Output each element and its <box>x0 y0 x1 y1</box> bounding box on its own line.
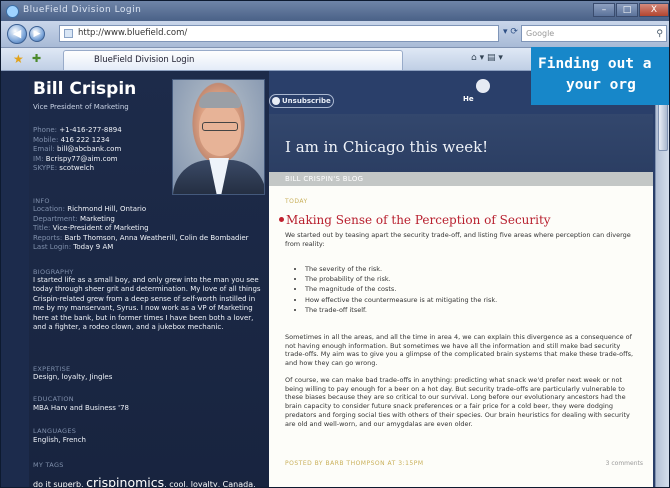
profile-name: Bill Crispin <box>33 79 137 99</box>
back-button[interactable]: ◀ <box>7 24 27 44</box>
tag-item-crispinomics[interactable]: crispinomics <box>86 475 164 487</box>
info-department: Department: Marketing <box>33 214 115 223</box>
bullet-icon <box>279 217 284 222</box>
search-icon[interactable]: ⚲ <box>656 27 663 42</box>
post-paragraph-1: Sometimes in all the areas, and all the … <box>285 333 634 368</box>
vertical-scrollbar[interactable]: ▲ <box>655 71 669 487</box>
blog-title-bar: BILL CRISPIN'S BLOG <box>269 172 653 186</box>
tab-bluefield-login[interactable]: BlueField Division Login <box>63 50 403 70</box>
unsubscribe-icon <box>272 97 280 105</box>
tag-item[interactable]: , cool, loyalty, Canada, <box>164 480 256 487</box>
tab-label: BlueField Division Login <box>94 55 195 65</box>
callout-banner: Finding out a your org <box>531 47 669 105</box>
profile-role: Vice President of Marketing <box>33 103 129 111</box>
tag-item[interactable]: do it superb, <box>33 480 84 487</box>
list-item: The trade-off itself. <box>305 305 497 315</box>
unsubscribe-button[interactable]: Unsubscribe <box>269 94 334 108</box>
address-bar[interactable]: http://www.bluefield.com/ <box>59 25 499 42</box>
window-title: BlueField Division Login <box>23 5 142 15</box>
info-location: Location: Richmond Hill, Ontario <box>33 205 147 213</box>
contact-skype: SKYPE: scotwelch <box>33 164 95 173</box>
search-placeholder: Google <box>526 29 555 38</box>
search-input[interactable]: Google ⚲ <box>521 25 667 42</box>
blog-section-title: BILL CRISPIN'S BLOG <box>285 175 364 183</box>
minimize-button[interactable]: – <box>593 3 615 17</box>
contact-list: Phone: +1-416-277-8894 Mobile: 416 222 1… <box>33 126 122 174</box>
home-feeds-icons[interactable]: ⌂ ▾ ▤ ▾ <box>471 53 503 63</box>
post-date: TODAY <box>285 198 308 205</box>
forward-button[interactable]: ▶ <box>29 26 45 42</box>
comments-link[interactable]: 3 comments <box>606 460 643 467</box>
browser-window: BlueField Division Login – □ X ◀ ▶ http:… <box>0 0 670 488</box>
contact-phone: Phone: +1-416-277-8894 <box>33 126 122 134</box>
education-text: MBA Harv and Business '78 <box>33 404 129 412</box>
navigation-bar: ◀ ▶ http://www.bluefield.com/ ▾ ⟳ ✕ Goog… <box>1 21 669 48</box>
photo-glasses <box>202 122 238 131</box>
languages-heading: LANGUAGES <box>33 427 77 435</box>
browser-icon <box>6 5 19 18</box>
post-byline: POSTED BY BARB THOMPSON AT 3:15PM <box>285 460 424 467</box>
status-badge <box>476 79 490 93</box>
post-title[interactable]: Making Sense of the Perception of Securi… <box>279 213 551 227</box>
education-heading: EDUCATION <box>33 395 74 403</box>
tag-cloud: do it superb, crispinomics, cool, loyalt… <box>33 475 256 487</box>
callout-line-1: Finding out a <box>538 56 652 72</box>
favorites-star-icon[interactable]: ★ <box>13 52 24 66</box>
location-status: I am in Chicago this week! <box>285 138 489 156</box>
post-bullet-list: The severity of the risk. The probabilit… <box>285 264 497 315</box>
maximize-button[interactable]: □ <box>616 3 638 17</box>
expertise-heading: EXPERTISE <box>33 365 71 373</box>
list-item: The magnitude of the costs. <box>305 284 497 294</box>
info-list: Location: Richmond Hill, Ontario Departm… <box>33 205 265 253</box>
info-heading: INFO <box>33 197 50 205</box>
contact-email[interactable]: Email: bill@abcbank.com <box>33 145 122 155</box>
title-bar: BlueField Division Login – □ X <box>1 1 669 21</box>
header-label: He <box>463 95 474 103</box>
address-url: http://www.bluefield.com/ <box>78 28 188 38</box>
add-favorite-icon[interactable]: ✚ <box>32 52 41 65</box>
biography-heading: BIOGRAPHY <box>33 268 74 276</box>
window-controls: – □ X <box>592 3 669 17</box>
profile-panel: Bill Crispin Vice President of Marketing… <box>29 71 269 487</box>
profile-photo <box>172 79 265 195</box>
post-paragraph-2: Of course, we can make bad trade-offs in… <box>285 376 630 428</box>
blog-header: I am in Chicago this week! <box>269 114 653 172</box>
list-item: The severity of the risk. <box>305 264 497 274</box>
info-last-login: Last Login: Today 9 AM <box>33 243 114 252</box>
list-item: How effective the countermeasure is at m… <box>305 295 497 305</box>
post-intro: We started out by teasing apart the secu… <box>285 231 631 248</box>
info-title: Title: Vice-President of Marketing <box>33 224 149 233</box>
list-item: The probability of the risk. <box>305 274 497 284</box>
contact-im: IM: Bcrispy77@aim.com <box>33 154 118 163</box>
page-icon <box>64 29 73 38</box>
callout-line-2: your org <box>566 77 636 93</box>
unsubscribe-label: Unsubscribe <box>282 97 331 105</box>
info-reports: Reports: Barb Thomson, Anna Weatherill, … <box>33 233 249 242</box>
biography-text: I started life as a small boy, and only … <box>33 276 261 332</box>
tags-heading: MY TAGS <box>33 461 64 469</box>
expertise-text: Design, loyalty, Jingles <box>33 373 113 381</box>
blog-panel: I am in Chicago this week! BILL CRISPIN'… <box>269 114 653 487</box>
close-button[interactable]: X <box>639 3 669 17</box>
contact-mobile: Mobile: 416 222 1234 <box>33 135 110 144</box>
languages-text: English, French <box>33 436 86 444</box>
photo-hair <box>199 92 241 108</box>
